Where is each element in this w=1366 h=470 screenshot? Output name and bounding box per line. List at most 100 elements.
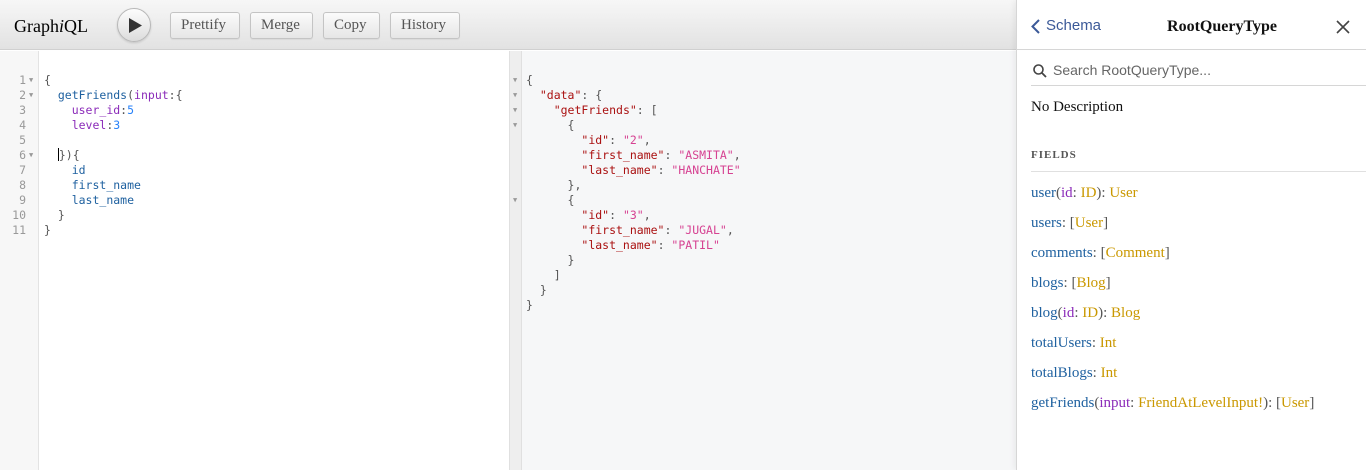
history-button[interactable]: History <box>390 12 460 39</box>
list-bracket: ] <box>1103 215 1109 231</box>
argument-type-link[interactable]: ID <box>1082 305 1098 321</box>
code-line: } <box>44 208 65 223</box>
schema-back-label: Schema <box>1046 17 1102 34</box>
fold-arrow-icon[interactable]: ▼ <box>513 73 517 88</box>
doc-explorer-header: Schema RootQueryType <box>1017 0 1366 50</box>
fold-arrow-icon[interactable]: ▼ <box>513 103 517 118</box>
line-number: 6 <box>19 148 26 162</box>
field-name-link[interactable]: comments <box>1031 245 1093 261</box>
argument-name: input <box>1099 395 1131 411</box>
code-token: }, <box>567 178 582 192</box>
result-line: } <box>526 253 575 268</box>
code-token: : { <box>581 88 603 102</box>
code-token: :{ <box>168 88 183 102</box>
code-token: : <box>657 163 672 177</box>
result-line: "first_name": "ASMITA", <box>526 148 741 163</box>
code-line: }){ <box>44 148 80 163</box>
argument-name: id <box>1061 185 1073 201</box>
code-line: getFriends(input:{ <box>44 88 183 103</box>
line-number: 9 <box>19 193 26 207</box>
argument-type-link[interactable]: ID <box>1081 185 1097 201</box>
fold-arrow-icon[interactable]: ▼ <box>513 88 517 103</box>
field-type-link[interactable]: Blog <box>1076 275 1105 291</box>
result-line: "id": "2", <box>526 133 650 148</box>
query-editor[interactable]: 1 ▼{2 ▼ getFriends(input:{3 user_id:5 4 lev… <box>0 51 509 470</box>
code-token: "id" <box>581 133 610 147</box>
execute-query-button[interactable] <box>117 8 151 42</box>
close-icon[interactable] <box>1336 20 1350 34</box>
line-number: 3 <box>19 103 26 117</box>
list-bracket: ] <box>1105 275 1111 291</box>
code-line: { <box>44 73 51 88</box>
field-type-link[interactable]: Int <box>1100 335 1117 351</box>
field-name-link[interactable]: user <box>1031 185 1056 201</box>
field-name-link[interactable]: totalBlogs <box>1031 365 1093 381</box>
result-line: "data": { <box>526 88 602 103</box>
result-line: }, <box>526 178 582 193</box>
code-token: : <box>664 148 679 162</box>
result-line: { <box>526 193 575 208</box>
field-type-link[interactable]: Blog <box>1111 305 1140 321</box>
field-type-link[interactable]: User <box>1075 215 1103 231</box>
search-icon <box>1033 64 1047 78</box>
code-token: { <box>44 73 51 87</box>
field-type-link[interactable]: Int <box>1101 365 1118 381</box>
code-line: level:3 <box>44 118 121 133</box>
line-number: 10 <box>12 208 26 222</box>
code-line: user_id:5 <box>44 103 134 118</box>
result-line: { <box>526 118 575 133</box>
field-name-link[interactable]: blogs <box>1031 275 1064 291</box>
code-token: : <box>609 133 623 147</box>
type-description: No Description <box>1031 99 1124 115</box>
code-token: , <box>733 148 741 162</box>
fold-arrow-icon[interactable]: ▼ <box>29 73 33 88</box>
line-number: 1 <box>19 73 26 87</box>
code-token: input <box>134 88 169 102</box>
list-bracket: ] <box>1309 395 1315 411</box>
fold-arrow-icon[interactable]: ▼ <box>29 88 33 103</box>
field-totalUsers: totalUsers: Int <box>1031 335 1117 351</box>
code-token: first_name <box>71 178 141 192</box>
field-name-link[interactable]: getFriends <box>1031 395 1094 411</box>
code-token: "HANCHATE" <box>671 163 741 177</box>
fold-arrow-icon[interactable]: ▼ <box>513 193 517 208</box>
doc-search <box>1031 56 1366 86</box>
field-type-link[interactable]: User <box>1109 185 1137 201</box>
result-line: ] <box>526 268 561 283</box>
code-token: "PATIL" <box>671 238 720 252</box>
field-type-link[interactable]: Comment <box>1106 245 1165 261</box>
result-line: "last_name": "HANCHATE" <box>526 163 741 178</box>
argument-type-link[interactable]: FriendAtLevelInput! <box>1138 395 1263 411</box>
list-bracket: ] <box>1164 245 1170 261</box>
field-name-link[interactable]: users <box>1031 215 1062 231</box>
result-line: } <box>526 298 533 313</box>
code-token: "first_name" <box>581 148 665 162</box>
code-token: "2" <box>622 133 644 147</box>
code-token: "JUGAL" <box>678 223 727 237</box>
code-token: { <box>567 118 575 132</box>
code-token: }){ <box>58 148 80 162</box>
code-token: "first_name" <box>581 223 665 237</box>
field-comments: comments: [Comment] <box>1031 245 1170 261</box>
field-name-link[interactable]: totalUsers <box>1031 335 1092 351</box>
toolbar: GraphiQL Prettify Merge Copy History <box>0 0 1016 50</box>
code-token: : <box>664 223 679 237</box>
code-token: } <box>57 208 65 222</box>
code-token: : <box>609 208 623 222</box>
field-users: users: [User] <box>1031 215 1109 231</box>
doc-explorer: Schema RootQueryType No Description FIEL… <box>1016 0 1366 470</box>
field-name-link[interactable]: blog <box>1031 305 1058 321</box>
merge-button[interactable]: Merge <box>250 12 313 39</box>
code-token: } <box>44 223 51 237</box>
copy-button[interactable]: Copy <box>323 12 380 39</box>
code-token: "last_name" <box>581 163 658 177</box>
doc-search-input[interactable] <box>1053 59 1353 81</box>
fold-arrow-icon[interactable]: ▼ <box>29 148 33 163</box>
fold-arrow-icon[interactable]: ▼ <box>513 118 517 133</box>
field-type-link[interactable]: User <box>1281 395 1309 411</box>
app-title: GraphiQL <box>14 16 88 36</box>
prettify-button[interactable]: Prettify <box>170 12 240 39</box>
code-line: last_name <box>44 193 134 208</box>
result-line: "first_name": "JUGAL", <box>526 223 733 238</box>
code-token: level <box>71 118 107 132</box>
